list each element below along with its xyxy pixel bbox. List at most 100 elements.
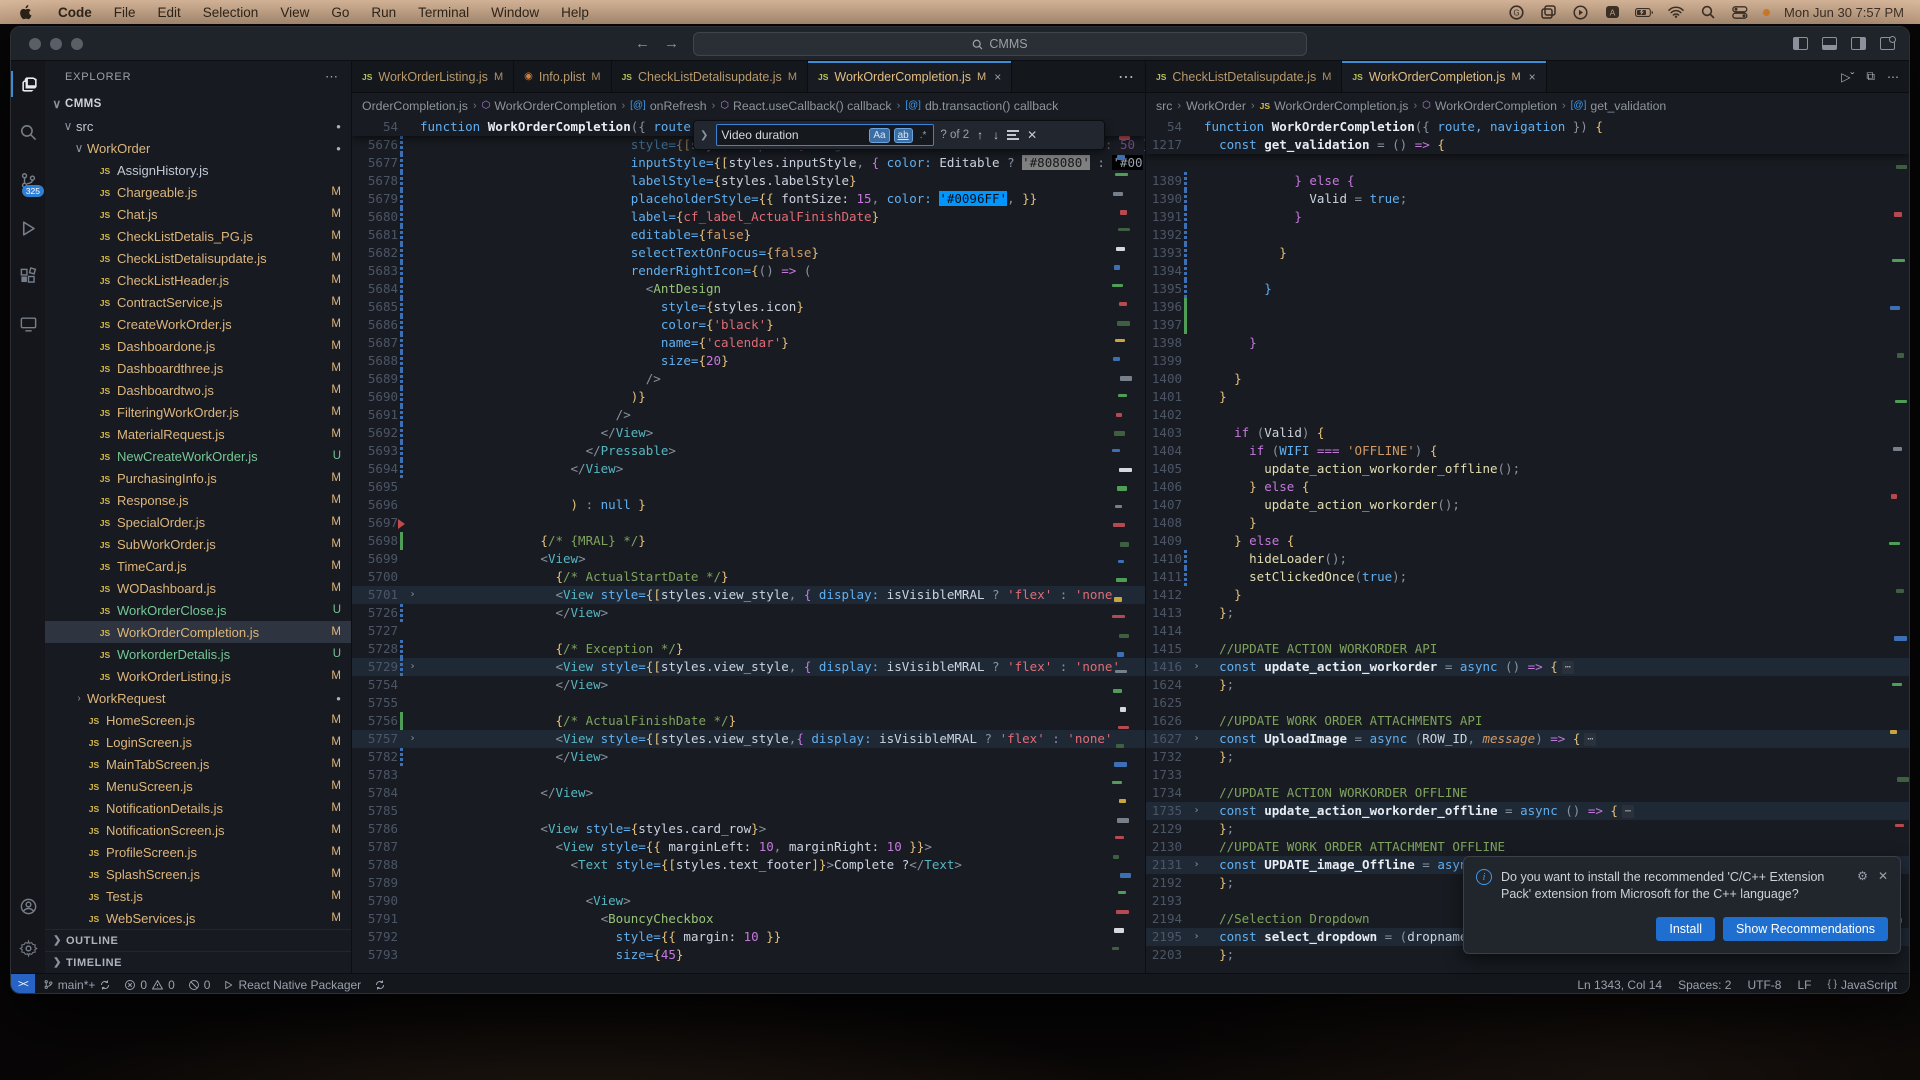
tree-file-WebServices.js[interactable]: JSWebServices.jsM: [45, 907, 351, 929]
wifi-icon[interactable]: [1667, 5, 1685, 19]
code-line[interactable]: 5754 </View>: [352, 676, 1145, 694]
code-line[interactable]: 1394: [1146, 262, 1909, 280]
breadcrumb-item[interactable]: [@]db.transaction() callback: [905, 99, 1058, 113]
code-line[interactable]: 5729› <View style={[styles.view_style, {…: [352, 658, 1145, 676]
toggle-sidebar-icon[interactable]: [1793, 37, 1808, 50]
code-line[interactable]: 1627› const UploadImage = async (ROW_ID,…: [1146, 730, 1909, 748]
code-line[interactable]: 1403 if (Valid) {: [1146, 424, 1909, 442]
menu-file[interactable]: File: [103, 5, 147, 20]
match-case-toggle[interactable]: Aa: [869, 128, 889, 143]
code-line[interactable]: 5686 color={'black'}: [352, 316, 1145, 334]
code-line[interactable]: 5782 </View>: [352, 748, 1145, 766]
code-line[interactable]: 5690 )}: [352, 388, 1145, 406]
code-line[interactable]: 5756 {/* ActualFinishDate */}: [352, 712, 1145, 730]
refresh-task-icon[interactable]: [374, 979, 386, 991]
tree-folder-CMMS[interactable]: ∨CMMS: [45, 93, 351, 115]
code-line[interactable]: 5683 renderRightIcon={() => (: [352, 262, 1145, 280]
stacked-windows-icon[interactable]: [1539, 5, 1557, 19]
code-line[interactable]: 1405 update_action_workorder_offline();: [1146, 460, 1909, 478]
code-line[interactable]: 5790 <View>: [352, 892, 1145, 910]
code-line[interactable]: 5757› <View style={[styles.view_style,{ …: [352, 730, 1145, 748]
breadcrumb-item[interactable]: JSWorkOrderCompletion.js: [1260, 99, 1409, 113]
code-line[interactable]: 1392: [1146, 226, 1909, 244]
tree-file-HomeScreen.js[interactable]: JSHomeScreen.jsM: [45, 709, 351, 731]
find-input[interactable]: Video duration Aa ab .*: [716, 124, 934, 146]
input-source-icon[interactable]: A: [1603, 5, 1621, 19]
tree-file-SubWorkOrder.js[interactable]: JSSubWorkOrder.jsM: [45, 533, 351, 555]
breadcrumb-item[interactable]: [@]onRefresh: [630, 99, 706, 113]
menu-view[interactable]: View: [269, 5, 320, 20]
tree-file-WODashboard.js[interactable]: JSWODashboard.jsM: [45, 577, 351, 599]
search-sidebar-icon[interactable]: [11, 119, 45, 145]
code-line[interactable]: 5785: [352, 802, 1145, 820]
fold-chevron-icon[interactable]: ›: [1189, 802, 1204, 820]
minimap-group-1[interactable]: [1112, 118, 1131, 973]
source-control-icon[interactable]: 325: [11, 167, 45, 193]
tree-file-WorkOrderClose.js[interactable]: JSWorkOrderClose.jsU: [45, 599, 351, 621]
menu-code[interactable]: Code: [47, 5, 103, 20]
extensions-icon[interactable]: [11, 263, 45, 289]
code-line[interactable]: 5697: [352, 514, 1145, 532]
code-line[interactable]: 1389 } else {: [1146, 172, 1909, 190]
fold-chevron-icon[interactable]: ›: [405, 658, 420, 676]
zoom-window-button[interactable]: [71, 38, 83, 50]
more-tabs-icon[interactable]: ⋯: [1108, 61, 1145, 92]
settings-gear-icon[interactable]: [11, 935, 45, 961]
menu-window[interactable]: Window: [480, 5, 550, 20]
control-center-icon[interactable]: [1731, 5, 1749, 19]
code-line[interactable]: 5786 <View style={styles.card_row}>: [352, 820, 1145, 838]
code-line[interactable]: 1401 }: [1146, 388, 1909, 406]
code-line[interactable]: 1408 }: [1146, 514, 1909, 532]
code-line[interactable]: 5694 </View>: [352, 460, 1145, 478]
notification-settings-gear-icon[interactable]: ⚙: [1857, 869, 1868, 903]
code-line[interactable]: 1625: [1146, 694, 1909, 712]
fold-chevron-icon[interactable]: ›: [1189, 730, 1204, 748]
code-line[interactable]: 1732 };: [1146, 748, 1909, 766]
tab-WorkOrderListing.js[interactable]: JSWorkOrderListing.jsM: [352, 61, 514, 92]
find-close-icon[interactable]: ✕: [1025, 128, 1039, 142]
code-line[interactable]: 1413 };: [1146, 604, 1909, 622]
code-line[interactable]: 1399: [1146, 352, 1909, 370]
code-line[interactable]: 5699 <View>: [352, 550, 1145, 568]
code-line[interactable]: 5692 </View>: [352, 424, 1145, 442]
spotlight-search-icon[interactable]: [1699, 5, 1717, 19]
code-line[interactable]: 5784 </View>: [352, 784, 1145, 802]
code-line[interactable]: 5792 style={{ margin: 10 }}: [352, 928, 1145, 946]
cursor-position-item[interactable]: Ln 1343, Col 14: [1577, 978, 1662, 992]
tree-file-Test.js[interactable]: JSTest.jsM: [45, 885, 351, 907]
breadcrumb-item[interactable]: ⬡WorkOrderCompletion: [1422, 99, 1557, 113]
more-actions-icon[interactable]: ⋯: [1887, 70, 1899, 84]
remote-indicator[interactable]: ><: [11, 974, 35, 995]
toggle-panel-icon[interactable]: [1822, 37, 1837, 50]
tree-file-Chargeable.js[interactable]: JSChargeable.jsM: [45, 181, 351, 203]
split-editor-icon[interactable]: ⧉: [1866, 69, 1875, 84]
code-line[interactable]: 5783: [352, 766, 1145, 784]
tree-file-AssignHistory.js[interactable]: JSAssignHistory.js: [45, 159, 351, 181]
find-previous-icon[interactable]: ↑: [975, 128, 985, 142]
code-line[interactable]: 1410 hideLoader();: [1146, 550, 1909, 568]
breadcrumb-group-2[interactable]: src›WorkOrder›JSWorkOrderCompletion.js›⬡…: [1146, 93, 1909, 118]
language-mode-item[interactable]: { }JavaScript: [1828, 978, 1898, 992]
tree-file-Dashboardthree.js[interactable]: JSDashboardthree.jsM: [45, 357, 351, 379]
play-circle-icon[interactable]: [1571, 5, 1589, 19]
tree-file-SplashScreen.js[interactable]: JSSplashScreen.jsM: [45, 863, 351, 885]
code-line[interactable]: 5787 <View style={{ marginLeft: 10, marg…: [352, 838, 1145, 856]
code-line[interactable]: 5681 editable={false}: [352, 226, 1145, 244]
tab-WorkOrderCompletion.js[interactable]: JSWorkOrderCompletion.jsM×: [808, 61, 1012, 92]
menu-go[interactable]: Go: [320, 5, 360, 20]
code-line[interactable]: 1402: [1146, 406, 1909, 424]
regex-toggle[interactable]: .*: [917, 129, 930, 142]
problems-item[interactable]: 0 0: [124, 978, 174, 992]
code-line[interactable]: 1407 update_action_workorder();: [1146, 496, 1909, 514]
code-line[interactable]: 5678 labelStyle={styles.labelStyle}: [352, 172, 1145, 190]
accounts-icon[interactable]: [11, 893, 45, 919]
menu-selection[interactable]: Selection: [192, 5, 270, 20]
whole-word-toggle[interactable]: ab: [894, 128, 913, 143]
menu-help[interactable]: Help: [550, 5, 600, 20]
outline-section-header[interactable]: ❯OUTLINE: [45, 929, 351, 951]
tree-file-MenuScreen.js[interactable]: JSMenuScreen.jsM: [45, 775, 351, 797]
tree-file-ContractService.js[interactable]: JSContractService.jsM: [45, 291, 351, 313]
code-line[interactable]: 1626 //UPDATE WORK ORDER ATTACHMENTS API: [1146, 712, 1909, 730]
tree-file-Dashboardtwo.js[interactable]: JSDashboardtwo.jsM: [45, 379, 351, 401]
tree-file-WorkOrderCompletion.js[interactable]: JSWorkOrderCompletion.jsM: [45, 621, 351, 643]
